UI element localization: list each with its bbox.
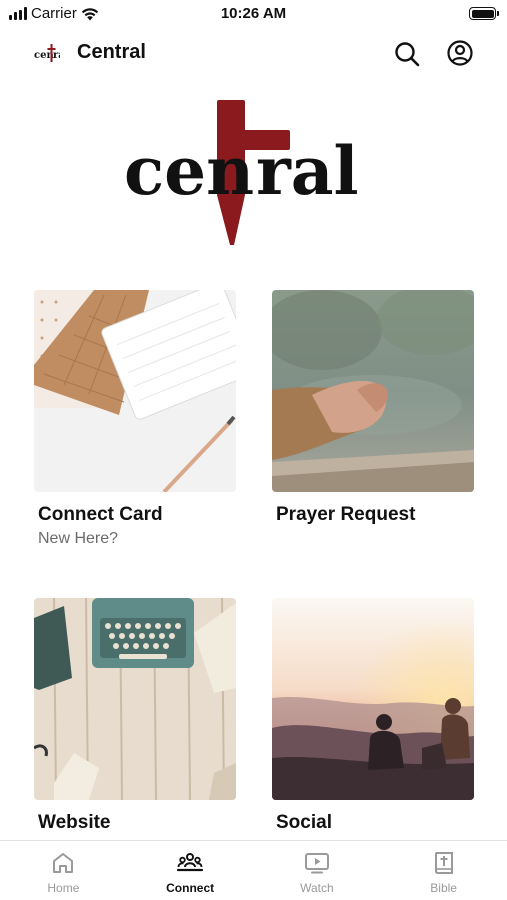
tab-label: Connect [166,881,215,895]
card-connect-card[interactable]: Connect Card New Here? [34,290,236,548]
sunset-friends-image [272,598,474,800]
central-logo-icon[interactable]: cen ra [34,43,60,63]
card-title: Social [276,812,332,833]
nav-bar: cen ra Central [0,30,507,76]
card-subtitle: New Here? [38,530,119,547]
search-icon[interactable] [393,40,421,68]
status-bar: Carrier 10:26 AM [0,0,507,30]
notebook-pencil-image [34,290,236,492]
play-screen-icon [304,853,329,874]
tab-connect[interactable]: Connect [127,841,254,900]
card-title: Prayer Request [276,504,416,525]
card-website[interactable]: Website [34,598,236,834]
praying-hands-image [272,290,474,492]
tab-label: Home [47,881,80,895]
battery-icon [469,7,499,20]
people-icon [177,853,204,872]
tab-bible[interactable]: Bible [380,841,507,900]
svg-text:ra: ra [53,50,60,61]
card-title: Connect Card [38,504,163,525]
tab-home[interactable]: Home [0,841,127,900]
home-icon [53,853,74,873]
page-title: Central [77,41,146,63]
tab-label: Bible [430,881,457,895]
logo-text-left: cen [124,132,254,210]
tab-label: Watch [300,881,334,895]
card-title: Website [38,812,111,833]
central-hero-logo: cen ral [124,100,359,245]
card-social[interactable]: Social [272,598,474,834]
status-time: 10:26 AM [220,5,287,22]
typewriter-image [34,598,236,800]
logo-text-right: ral [256,132,359,210]
bible-icon [434,852,453,874]
account-icon[interactable] [446,39,474,67]
card-prayer-request[interactable]: Prayer Request [272,290,474,526]
tab-watch[interactable]: Watch [254,841,381,900]
tab-bar: Home Connect Watch Bible [0,840,507,900]
